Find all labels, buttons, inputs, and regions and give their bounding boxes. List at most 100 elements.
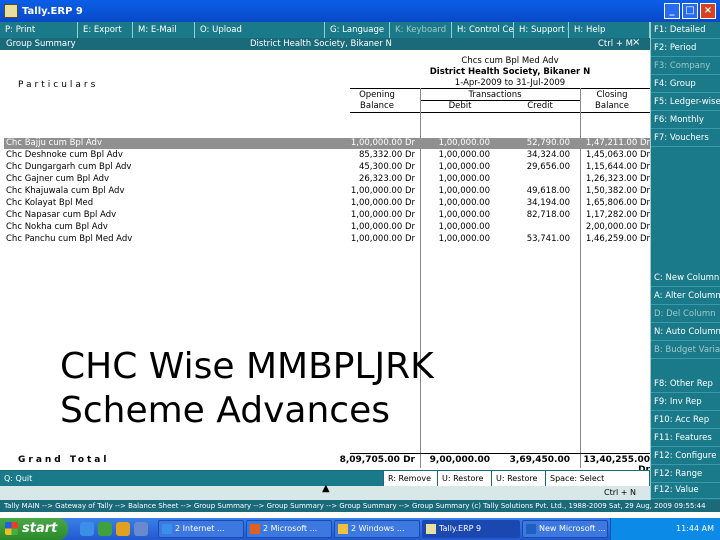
close-button[interactable]: × [700,3,716,19]
table-row[interactable]: Chc Panchu cum Bpl Med Adv 1,00,000.00 Dr… [4,234,650,245]
report-area: Chcs cum Bpl Med Adv District Health Soc… [0,50,650,468]
function-key-panel: F1: Detailed F2: Period F3: Company F4: Gro… [650,22,720,500]
menu-item-5[interactable]: K: Keyboard [390,22,452,38]
start-button[interactable]: start [0,518,68,540]
table-row[interactable]: Chc Gajner cum Bpl Adv 26,323.00 Dr 1,00,0… [4,174,650,185]
minimize-button[interactable]: _ [664,3,680,19]
row-credit: 52,790.00 [526,138,570,148]
table-row[interactable]: Chc Bajju cum Bpl Adv 1,00,000.00 Dr 1,00,… [4,138,650,149]
table-row[interactable]: Chc Napasar cum Bpl Adv 1,00,000.00 Dr 1,0… [4,210,650,221]
row-opening: 26,323.00 Dr [358,174,415,184]
table-row[interactable]: Chc Deshnoke cum Bpl Adv 85,332.00 Dr 1,00… [4,150,650,161]
table-row[interactable]: Chc Dungargarh cum Bpl Adv 45,300.00 Dr 1,… [4,162,650,173]
grand-total-opening: 8,09,705.00 Dr [339,455,415,465]
menu-item-1[interactable]: E: Export [78,22,133,38]
bottom-button-1[interactable]: R: Remove Line [384,471,438,499]
grand-total-credit: 3,69,450.00 [509,455,570,465]
side-button-4[interactable]: F5: Ledger-wise [651,94,720,111]
closing-col-heading-2: Balance [595,101,629,111]
side-button-1[interactable]: F2: Period [651,40,720,57]
top-menu-bar: P: Print E: Export M: E-Mail O: Upload G: La… [0,22,650,38]
side-button-18[interactable]: F12: Value [651,482,720,499]
group-name: Chcs cum Bpl Med Adv [461,56,559,66]
media-quicklaunch-icon[interactable] [116,522,130,536]
bottom-button-2[interactable]: U: Restore Line [438,471,492,499]
key-hint-text: Ctrl + N [603,488,636,497]
row-debit: 1,00,000.00 [438,162,490,172]
taskbar-item-3[interactable]: Tally.ERP 9 [422,520,520,538]
row-closing: 1,26,323.00 Dr [585,174,650,184]
transactions-col-heading: Transactions [468,90,522,100]
tally-app-icon [4,4,18,18]
side-button-5[interactable]: F6: Monthly [651,112,720,129]
bottom-button-3[interactable]: U: Restore All [492,471,546,499]
slide-overlay-title: CHC Wise MMBPLJRK Scheme Advances [60,345,434,433]
close-report-icon[interactable]: × [632,37,640,49]
start-label: start [22,521,58,536]
side-button-13[interactable]: F9: Inv Rep [651,394,720,411]
row-credit: 34,324.00 [526,150,570,160]
report-type: Group Summary [6,39,76,49]
side-button-0[interactable]: F1: Detailed [651,22,720,39]
side-button-17[interactable]: F12: Range [651,466,720,483]
taskbar-item-label: Tally.ERP 9 [439,524,482,533]
side-button-3[interactable]: F4: Group [651,76,720,93]
company-name-header: District Health Society, Bikaner N [250,39,392,49]
grand-total-debit: 9,00,000.00 [429,455,490,465]
scroll-up-icon[interactable]: ▲ [322,482,330,496]
side-button-8[interactable]: A: Alter Column [651,288,720,305]
table-row[interactable]: Chc Nokha cum Bpl Adv 1,00,000.00 Dr 1,00,… [4,222,650,233]
menu-item-7[interactable]: H: Support Centre [514,22,569,38]
table-row[interactable]: Chc Khajuwala cum Bpl Adv 1,00,000.00 Dr 1… [4,186,650,197]
overlay-line-1: CHC Wise MMBPLJRK [60,346,434,387]
bottom-button-4[interactable]: Space: Select [546,471,650,487]
taskbar-item-label: 2 Internet ... [175,524,225,533]
window-title: Tally.ERP 9 [22,5,83,17]
taskbar-item-icon [250,524,260,534]
side-button-2[interactable]: F3: Company [651,58,720,75]
row-debit: 1,00,000.00 [438,198,490,208]
taskbar-item-1[interactable]: 2 Microsoft ... [246,520,332,538]
side-button-10[interactable]: N: Auto Column [651,324,720,341]
row-closing: 1,65,806.00 Dr [585,198,650,208]
row-opening: 1,00,000.00 Dr [350,198,415,208]
row-debit: 1,00,000.00 [438,150,490,160]
table-row[interactable]: Chc Kolayat Bpl Med 1,00,000.00 Dr 1,00,00… [4,198,650,209]
side-button-15[interactable]: F11: Features [651,430,720,447]
taskbar-item-0[interactable]: 2 Internet ... [158,520,244,538]
menu-item-2[interactable]: M: E-Mail [133,22,195,38]
shortcut-hint: Ctrl + M [598,39,633,49]
taskbar-item-4[interactable]: New Microsoft ... [522,520,608,538]
row-credit: 34,194.00 [526,198,570,208]
row-opening: 1,00,000.00 Dr [350,138,415,148]
opening-col-heading-2: Balance [360,101,394,111]
row-name: Chc Nokha cum Bpl Adv [6,222,108,232]
side-button-9[interactable]: D: Del Column [651,306,720,323]
menu-item-6[interactable]: H: Control Centre [452,22,514,38]
side-button-14[interactable]: F10: Acc Rep [651,412,720,429]
row-closing: 1,17,282.00 Dr [585,210,650,220]
row-debit: 1,00,000.00 [438,174,490,184]
row-opening: 85,332.00 Dr [358,150,415,160]
side-button-7[interactable]: C: New Column [651,270,720,287]
tray-clock: 11:44 AM [676,524,714,533]
menu-item-0[interactable]: P: Print [0,22,78,38]
row-debit: 1,00,000.00 [438,186,490,196]
side-button-11[interactable]: B: Budget Variance [651,342,720,359]
side-button-12[interactable]: F8: Other Rep [651,376,720,393]
desktop-quicklaunch-icon[interactable] [98,522,112,536]
side-button-16[interactable]: F12: Configure [651,448,720,465]
grand-total-row: Grand Total 8,09,705.00 Dr 9,00,000.00 3… [0,453,650,475]
maximize-button[interactable]: □ [682,3,698,19]
ie-quicklaunch-icon[interactable] [80,522,94,536]
menu-item-3[interactable]: O: Upload [195,22,325,38]
menu-item-4[interactable]: G: Language [325,22,390,38]
explorer-quicklaunch-icon[interactable] [134,522,148,536]
menu-item-8[interactable]: H: Help [569,22,650,38]
row-closing: 2,00,000.00 Dr [585,222,650,232]
taskbar-item-label: New Microsoft ... [539,524,606,533]
row-name: Chc Gajner cum Bpl Adv [6,174,110,184]
row-opening: 45,300.00 Dr [358,162,415,172]
side-button-6[interactable]: F7: Vouchers [651,130,720,147]
taskbar-item-2[interactable]: 2 Windows ... [334,520,420,538]
